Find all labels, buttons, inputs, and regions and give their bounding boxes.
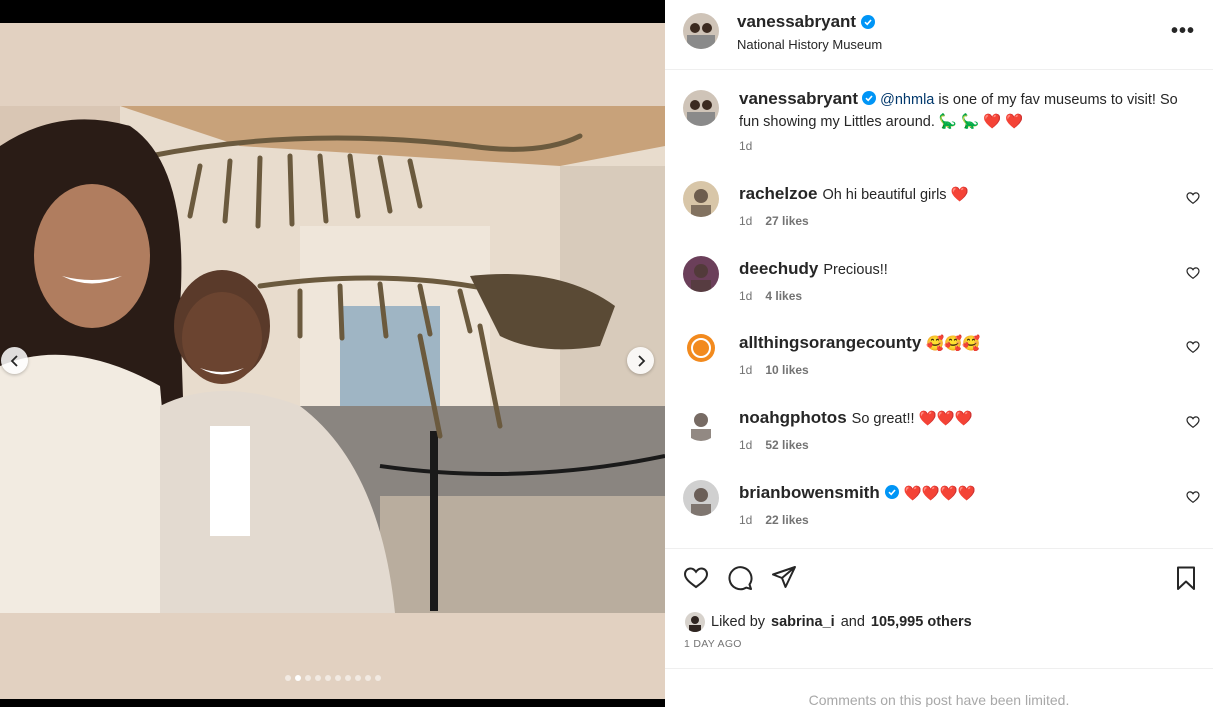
commenter-avatar[interactable] xyxy=(683,480,719,516)
commenter-avatar[interactable] xyxy=(683,181,719,217)
carousel-dot xyxy=(354,675,361,681)
carousel-dot xyxy=(324,675,331,681)
comment-time: 1d xyxy=(739,289,753,303)
carousel-dot xyxy=(294,675,301,681)
caption-author-avatar[interactable] xyxy=(683,90,719,126)
likes-prefix: Liked by xyxy=(711,614,766,630)
comment-time: 1d xyxy=(739,438,753,452)
comment-text: 🥰🥰🥰 xyxy=(926,336,981,352)
verified-badge-icon xyxy=(884,485,899,499)
speech-bubble-icon[interactable] xyxy=(727,565,753,591)
verified-badge-icon xyxy=(861,15,876,29)
comment-text-block: noahgphotos So great!! ❤️❤️❤️ xyxy=(739,407,1179,430)
comment-time: 1d xyxy=(739,513,753,527)
author-avatar[interactable] xyxy=(683,13,719,49)
comment-likes[interactable]: 22 likes xyxy=(765,513,808,527)
commenter-username[interactable]: allthingsorangecounty xyxy=(739,333,921,352)
commenter-avatar[interactable] xyxy=(683,330,719,366)
comment-like-heart-icon[interactable] xyxy=(1186,415,1200,429)
commenter-avatar[interactable] xyxy=(683,256,719,292)
comment-like-heart-icon[interactable] xyxy=(1186,191,1200,205)
carousel-dot xyxy=(344,675,351,681)
heart-outline-icon[interactable] xyxy=(683,565,709,591)
bookmark-icon[interactable] xyxy=(1173,565,1199,591)
post-location[interactable]: National History Museum xyxy=(737,37,882,52)
likes-summary: Liked by sabrina_i and 105,995 others xyxy=(685,612,972,632)
comment-likes[interactable]: 52 likes xyxy=(765,438,808,452)
caption-author-username[interactable]: vanessabryant xyxy=(739,89,858,108)
post-actions: Liked by sabrina_i and 105,995 others 1 … xyxy=(665,548,1213,668)
comment-item: allthingsorangecounty 🥰🥰🥰 1d 10 likes xyxy=(665,330,1213,390)
comment-item: deechudy Precious!! 1d 4 likes xyxy=(665,256,1213,316)
comment-meta: 1d 52 likes xyxy=(739,438,809,452)
comment-text: ❤️❤️❤️❤️ xyxy=(903,486,976,502)
carousel-dot xyxy=(284,675,291,681)
commenter-username[interactable]: rachelzoe xyxy=(739,184,817,203)
comment-text: Oh hi beautiful girls ❤️ xyxy=(822,187,969,203)
more-options-button[interactable]: ••• xyxy=(1171,20,1195,43)
comment-item: rachelzoe Oh hi beautiful girls ❤️ 1d 27 li… xyxy=(665,181,1213,241)
chevron-left-icon xyxy=(10,354,18,367)
commenter-username[interactable]: deechudy xyxy=(739,259,818,278)
likes-others-link[interactable]: 105,995 others xyxy=(871,614,972,630)
comment-text-block: rachelzoe Oh hi beautiful girls ❤️ xyxy=(739,183,1179,206)
comment-meta: 1d 22 likes xyxy=(739,513,809,527)
comment-text: Precious!! xyxy=(823,262,888,278)
comment-like-heart-icon[interactable] xyxy=(1186,340,1200,354)
comments-limited-notice: Comments on this post have been limited. xyxy=(665,668,1213,707)
carousel-indicator xyxy=(0,675,665,681)
commenter-avatar[interactable] xyxy=(683,405,719,441)
author-username-row: vanessabryant xyxy=(737,12,876,32)
comment-item: brianbowensmith ❤️❤️❤️❤️ 1d 22 likes xyxy=(665,480,1213,540)
commenter-username[interactable]: noahgphotos xyxy=(739,408,847,427)
comment-meta: 1d 27 likes xyxy=(739,214,809,228)
liker-avatar[interactable] xyxy=(685,612,705,632)
comment-text-block: allthingsorangecounty 🥰🥰🥰 xyxy=(739,332,1179,355)
comment-text-block: deechudy Precious!! xyxy=(739,258,1179,281)
next-slide-button[interactable] xyxy=(627,347,654,374)
carousel-dot xyxy=(364,675,371,681)
post-side-panel: vanessabryant National History Museum ••… xyxy=(665,0,1213,707)
chevron-right-icon xyxy=(637,354,645,367)
comment-text-block: brianbowensmith ❤️❤️❤️❤️ xyxy=(739,482,1179,505)
comment-likes[interactable]: 27 likes xyxy=(765,214,808,228)
comment-like-heart-icon[interactable] xyxy=(1186,266,1200,280)
caption-mention[interactable]: @nhmla xyxy=(880,92,934,108)
comment-meta: 1d 4 likes xyxy=(739,289,802,303)
post-media xyxy=(0,0,665,707)
carousel-dot xyxy=(304,675,311,681)
comment-time: 1d xyxy=(739,214,753,228)
paper-plane-icon[interactable] xyxy=(771,565,797,591)
caption-text-block: vanessabryant @nhmla is one of my fav mu… xyxy=(739,88,1199,133)
post-header: vanessabryant National History Museum ••… xyxy=(665,0,1213,70)
post-photo[interactable] xyxy=(0,106,665,613)
carousel-dot xyxy=(334,675,341,681)
carousel-dot xyxy=(374,675,381,681)
comment-likes[interactable]: 10 likes xyxy=(765,363,808,377)
previous-slide-button[interactable] xyxy=(1,347,28,374)
liker-username[interactable]: sabrina_i xyxy=(771,614,835,630)
comment-text: So great!! ❤️❤️❤️ xyxy=(851,411,973,427)
author-username[interactable]: vanessabryant xyxy=(737,12,856,32)
comment-likes[interactable]: 4 likes xyxy=(765,289,802,303)
comment-time: 1d xyxy=(739,363,753,377)
commenter-username[interactable]: brianbowensmith xyxy=(739,483,880,502)
post-date: 1 DAY AGO xyxy=(684,638,742,650)
carousel-dot xyxy=(314,675,321,681)
caption-time: 1d xyxy=(739,139,753,153)
comment-meta: 1d 10 likes xyxy=(739,363,809,377)
verified-badge-icon xyxy=(862,91,877,105)
likes-connector: and xyxy=(840,614,865,630)
comment-like-heart-icon[interactable] xyxy=(1186,490,1200,504)
comment-item: noahgphotos So great!! ❤️❤️❤️ 1d 52 likes xyxy=(665,405,1213,465)
